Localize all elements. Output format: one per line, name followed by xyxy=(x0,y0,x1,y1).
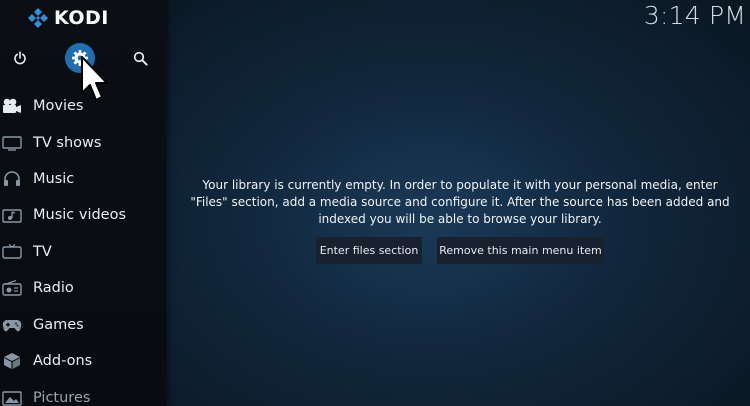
logo-text: KODI xyxy=(54,7,109,29)
power-button[interactable] xyxy=(5,43,35,73)
sidebar-item-label: Music xyxy=(33,171,75,187)
box-icon xyxy=(1,350,23,372)
sidebar-item-label: Music videos xyxy=(33,207,127,223)
kodi-home-screen: KODI Movies TV shows Music Music videos … xyxy=(0,0,750,406)
sidebar-item-tv[interactable]: TV xyxy=(0,234,166,270)
remove-main-menu-item-button[interactable]: Remove this main menu item xyxy=(437,237,604,264)
sidebar-item-label: TV shows xyxy=(33,135,102,151)
music-video-icon xyxy=(1,204,23,226)
power-icon xyxy=(14,51,26,65)
sidebar-item-label: Movies xyxy=(33,98,84,114)
sidebar-item-tv-shows[interactable]: TV shows xyxy=(0,125,166,161)
search-icon xyxy=(133,51,148,66)
mouse-pointer-icon xyxy=(80,55,110,108)
monitor-icon xyxy=(1,132,23,154)
sidebar-item-games[interactable]: Games xyxy=(0,307,166,343)
sidebar-item-label: Pictures xyxy=(33,390,91,406)
tv-icon xyxy=(1,241,23,263)
picture-icon xyxy=(1,387,23,406)
search-button[interactable] xyxy=(125,43,155,73)
sidebar-item-music[interactable]: Music xyxy=(0,161,166,197)
radio-icon xyxy=(1,277,23,299)
sidebar-item-radio[interactable]: Radio xyxy=(0,270,166,306)
sidebar-item-label: Add-ons xyxy=(33,353,93,369)
empty-library-message: Your library is currently empty. In orde… xyxy=(190,178,730,226)
sidebar-item-label: Games xyxy=(33,317,84,333)
clock: 3:14 PM xyxy=(643,1,746,30)
gamepad-icon xyxy=(1,314,23,336)
sidebar-item-pictures[interactable]: Pictures xyxy=(0,380,166,406)
sidebar-item-add-ons[interactable]: Add-ons xyxy=(0,343,166,379)
sidebar-item-label: Radio xyxy=(33,280,74,296)
sidebar-item-music-videos[interactable]: Music videos xyxy=(0,197,166,233)
headphones-icon xyxy=(1,168,23,190)
kodi-logo: KODI xyxy=(28,7,109,29)
sidebar: KODI Movies TV shows Music Music videos … xyxy=(0,0,166,406)
enter-files-section-button[interactable]: Enter files section xyxy=(316,237,422,264)
sidebar-item-label: TV xyxy=(33,244,52,260)
movie-camera-icon xyxy=(1,95,23,117)
kodi-logo-icon xyxy=(28,8,48,28)
